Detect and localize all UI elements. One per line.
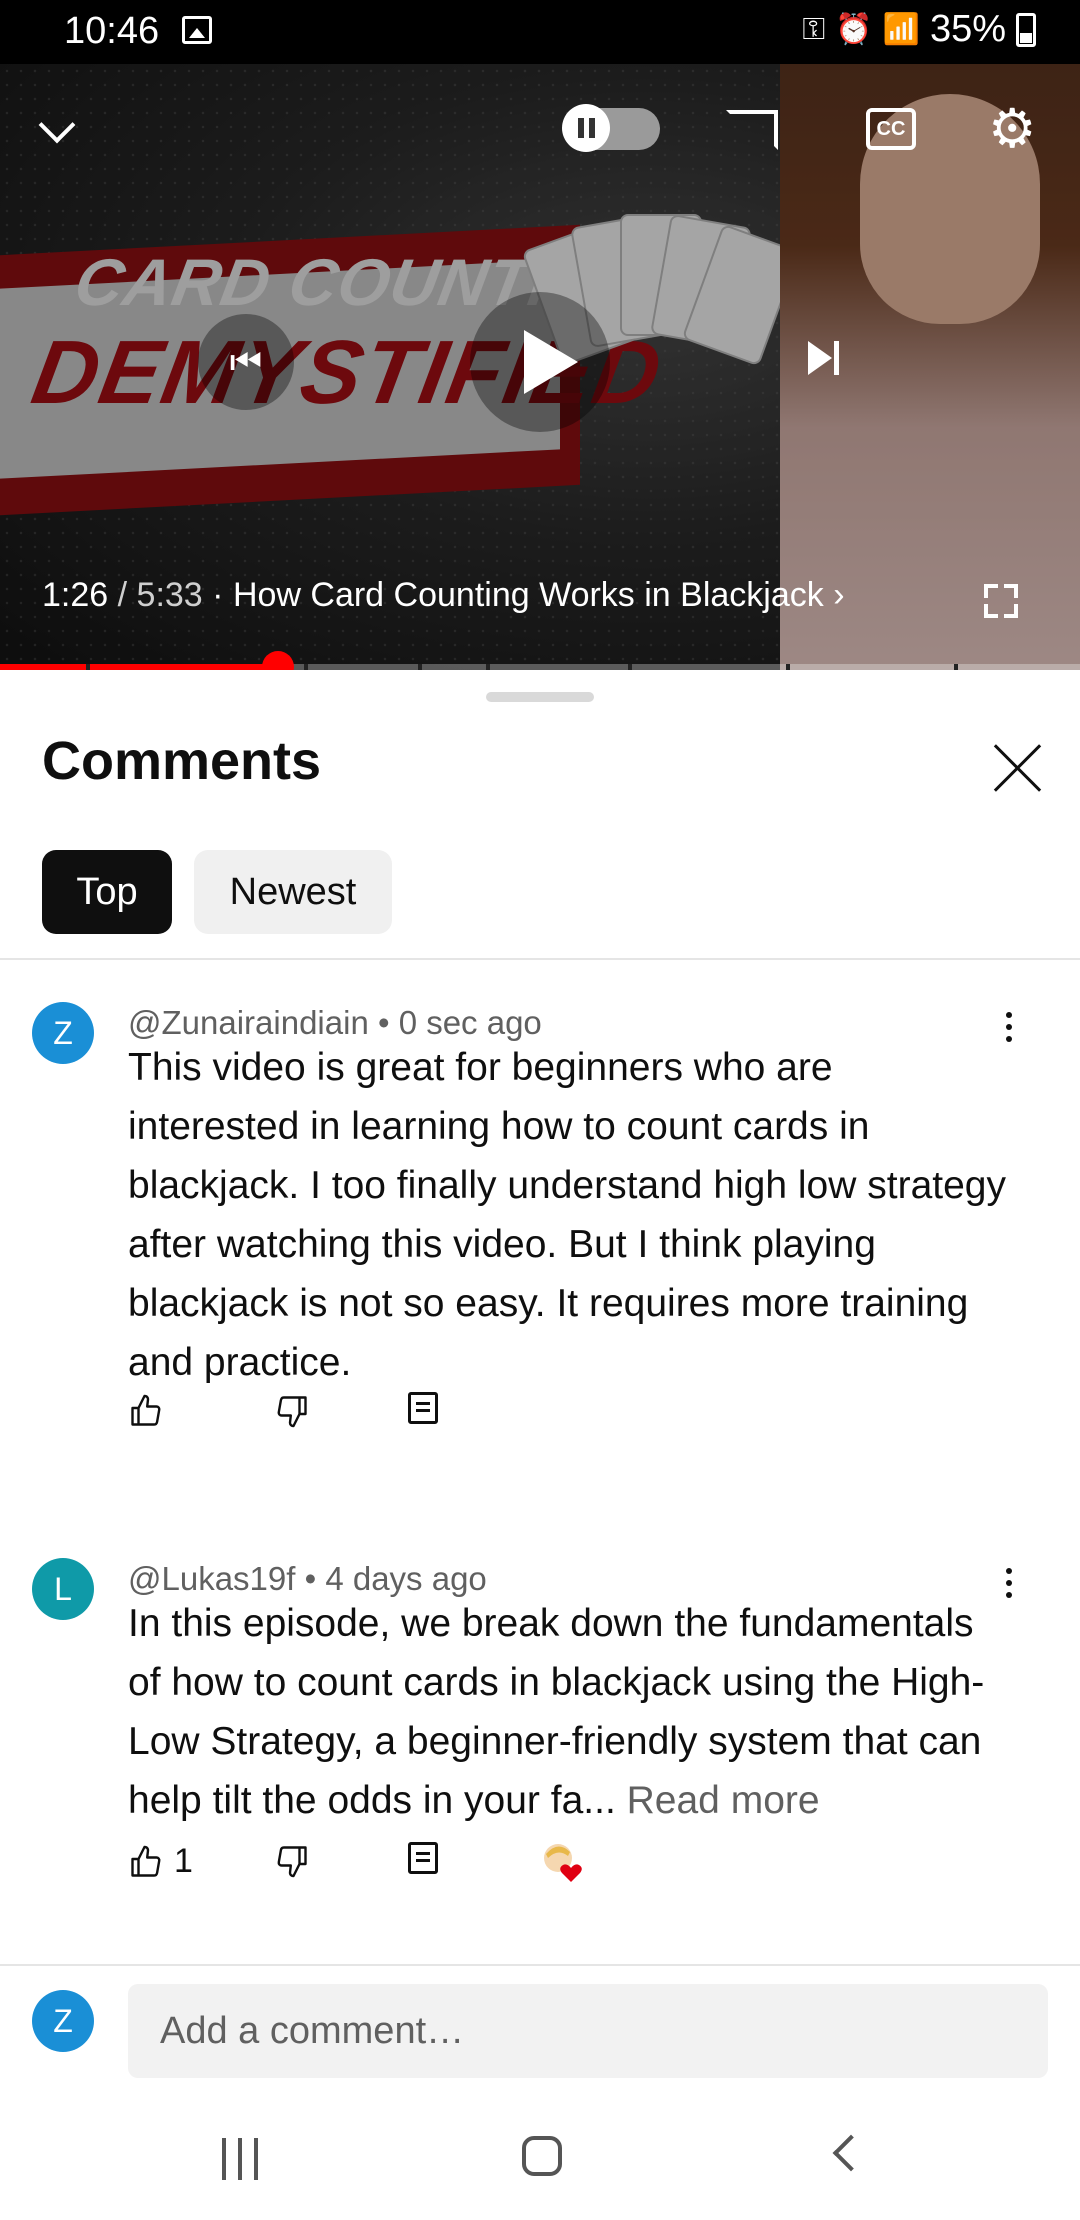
autoplay-toggle[interactable] <box>562 104 660 152</box>
home-icon[interactable] <box>522 2136 562 2176</box>
user-avatar[interactable]: Z <box>32 1990 94 2052</box>
video-timeline-info[interactable]: 1:26 / 5:33 · How Card Counting Works in… <box>42 576 845 615</box>
comment-author[interactable]: @Zunairaindiain <box>128 1004 369 1041</box>
title-dot: · <box>202 576 233 614</box>
avatar[interactable]: Z <box>32 1002 94 1064</box>
chevron-right-icon: › <box>823 576 845 614</box>
battery-percent: 35% <box>929 8 1006 50</box>
dislike-button[interactable] <box>274 1392 310 1430</box>
thumbs-down-icon <box>277 1846 307 1878</box>
comment-meta: @Lukas19f • 4 days ago <box>128 1560 487 1598</box>
creator-heart-icon <box>544 1844 582 1882</box>
current-time: 1:26 <box>42 576 109 614</box>
time-separator: / <box>108 576 137 614</box>
pause-icon <box>562 104 610 152</box>
divider <box>0 958 1080 960</box>
previous-icon[interactable]: ⏮ <box>198 314 294 410</box>
video-player[interactable]: CARD COUNTING DEMYSTIFIED CC ⚙ ⏮ 1:26 / … <box>0 64 1080 670</box>
comment-text-container: In this episode, we break down the funda… <box>128 1594 1008 1830</box>
like-count: 1 <box>174 1842 193 1880</box>
comment-actions: 1 <box>128 1842 1028 1892</box>
status-icons: ⚿ ⏰ 📶 35% <box>802 8 1036 51</box>
comment-text: In this episode, we break down the funda… <box>128 1602 985 1822</box>
tab-top[interactable]: Top <box>42 850 172 934</box>
captions-icon[interactable]: CC <box>866 108 916 150</box>
meta-separator: • <box>368 1004 399 1041</box>
comment-age: 4 days ago <box>325 1560 487 1597</box>
comment-actions <box>128 1392 1028 1442</box>
thumbs-up-icon <box>131 1845 161 1877</box>
settings-gear-icon[interactable]: ⚙ <box>988 102 1036 156</box>
thumbs-up-icon <box>131 1394 161 1426</box>
thumbs-down-icon <box>277 1396 307 1428</box>
comment-author[interactable]: @Lukas19f <box>128 1560 295 1597</box>
comment-meta: @Zunairaindiain • 0 sec ago <box>128 1004 542 1042</box>
alarm-icon: ⏰ <box>835 13 873 46</box>
wifi-icon: 📶 <box>882 13 920 46</box>
comment-text: This video is great for beginners who ar… <box>128 1046 1006 1384</box>
tab-newest[interactable]: Newest <box>194 850 392 934</box>
cast-icon[interactable] <box>726 110 778 150</box>
add-comment-input[interactable]: Add a comment… <box>128 1984 1048 2078</box>
close-icon[interactable] <box>992 742 1044 794</box>
status-bar: 10:46 ⚿ ⏰ 📶 35% <box>0 0 1080 64</box>
battery-icon <box>1016 12 1036 47</box>
read-more-link[interactable]: Read more <box>616 1779 820 1822</box>
reply-button[interactable] <box>408 1842 438 1874</box>
key-icon: ⚿ <box>802 12 826 46</box>
status-time: 10:46 <box>64 10 160 52</box>
system-nav-bar <box>0 2100 1080 2220</box>
next-icon <box>808 341 832 376</box>
reply-button[interactable] <box>408 1392 438 1424</box>
reply-icon <box>408 1842 438 1874</box>
like-button[interactable] <box>128 1392 174 1430</box>
comments-title: Comments <box>42 731 322 791</box>
like-button[interactable]: 1 <box>128 1842 193 1881</box>
play-icon <box>524 330 578 394</box>
drag-handle[interactable] <box>486 692 594 702</box>
avatar[interactable]: L <box>32 1558 94 1620</box>
next-button[interactable] <box>808 334 839 379</box>
fullscreen-icon[interactable] <box>984 584 1018 618</box>
reply-icon <box>408 1392 438 1424</box>
comment-age: 0 sec ago <box>398 1004 542 1041</box>
image-icon <box>182 16 212 44</box>
video-title[interactable]: How Card Counting Works in Blackjack <box>233 576 824 614</box>
meta-separator: • <box>295 1560 326 1597</box>
recents-icon[interactable] <box>222 2138 262 2180</box>
duration: 5:33 <box>136 576 203 614</box>
play-button[interactable] <box>470 292 610 432</box>
dislike-button[interactable] <box>274 1842 310 1880</box>
back-icon[interactable] <box>832 2134 870 2172</box>
add-comment-bar: Z Add a comment… <box>0 1960 1080 2080</box>
